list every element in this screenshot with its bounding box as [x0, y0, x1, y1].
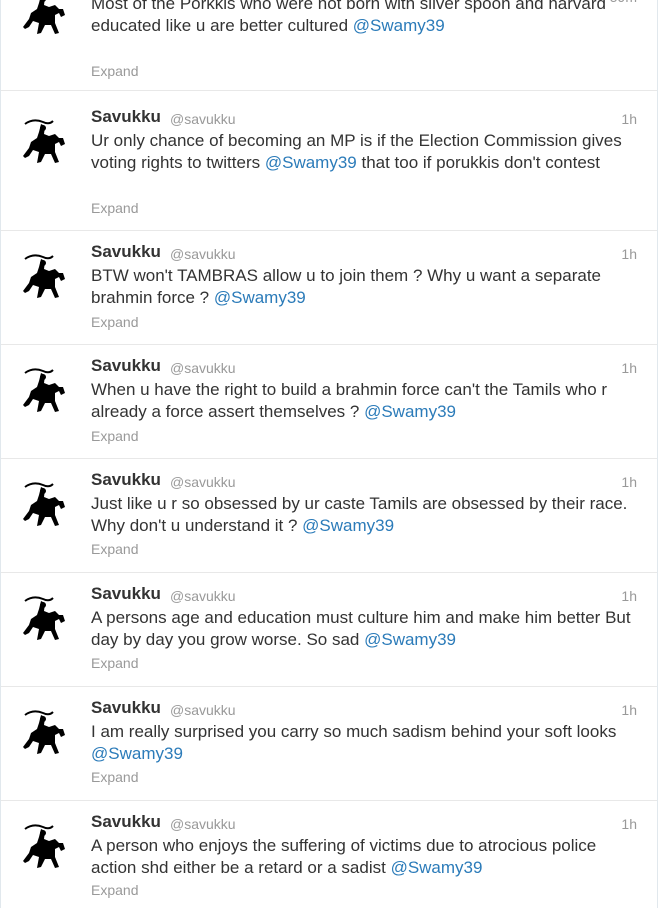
- tweet-text: BTW won't TAMBRAS allow u to join them ?…: [91, 266, 601, 307]
- avatar[interactable]: [19, 821, 69, 873]
- tweet-text: A persons age and education must culture…: [91, 608, 631, 649]
- tweet-text: Ur only chance of becoming an MP is if t…: [91, 131, 622, 172]
- mention-link[interactable]: @Swamy39: [353, 16, 445, 35]
- tweet-stream: 59m Most of the Porkkis who were not bor…: [0, 0, 658, 908]
- author-handle[interactable]: @savukku: [170, 816, 236, 832]
- horse-rider-silhouette-icon: [23, 710, 65, 754]
- author-handle[interactable]: @savukku: [170, 246, 236, 262]
- mention-link[interactable]: @Swamy39: [214, 288, 306, 307]
- horse-rider-silhouette-icon: [23, 482, 65, 526]
- expand-link[interactable]: Expand: [91, 882, 138, 898]
- avatar[interactable]: [19, 707, 69, 759]
- horse-rider-silhouette-icon: [23, 824, 65, 868]
- author-handle[interactable]: @savukku: [170, 588, 236, 604]
- mention-link[interactable]: @Swamy39: [302, 516, 394, 535]
- tweet-timestamp[interactable]: 1h: [621, 111, 637, 127]
- tweet-item[interactable]: Savukku @savukku 1h A person who enjoys …: [1, 801, 657, 908]
- avatar[interactable]: [19, 479, 69, 531]
- tweet-text: I am really surprised you carry so much …: [91, 722, 617, 763]
- mention-link[interactable]: @Swamy39: [364, 402, 456, 421]
- expand-link[interactable]: Expand: [91, 428, 138, 444]
- author-name[interactable]: Savukku: [91, 812, 161, 832]
- mention-link[interactable]: @Swamy39: [391, 858, 483, 877]
- expand-link[interactable]: Expand: [91, 314, 138, 330]
- tweet-text: A person who enjoys the suffering of vic…: [91, 836, 597, 877]
- tweet-timestamp[interactable]: 1h: [621, 702, 637, 718]
- author-name[interactable]: Savukku: [91, 356, 161, 376]
- expand-link[interactable]: Expand: [91, 541, 138, 557]
- author-name[interactable]: Savukku: [91, 107, 161, 127]
- horse-rider-silhouette-icon: [23, 254, 65, 298]
- mention-link[interactable]: @Swamy39: [265, 153, 357, 172]
- author-handle[interactable]: @savukku: [170, 360, 236, 376]
- tweet-item[interactable]: Savukku @savukku 1h When u have the righ…: [1, 345, 657, 459]
- expand-link[interactable]: Expand: [91, 655, 138, 671]
- author-handle[interactable]: @savukku: [170, 702, 236, 718]
- horse-rider-silhouette-icon: [23, 368, 65, 412]
- avatar[interactable]: [19, 116, 69, 168]
- horse-rider-silhouette-icon: [23, 0, 65, 34]
- tweet-timestamp[interactable]: 1h: [621, 360, 637, 376]
- author-name[interactable]: Savukku: [91, 584, 161, 604]
- tweet-item[interactable]: Savukku @savukku 1h Just like u r so obs…: [1, 459, 657, 573]
- author-name[interactable]: Savukku: [91, 470, 161, 490]
- avatar[interactable]: [19, 0, 69, 39]
- tweet-timestamp[interactable]: 1h: [621, 474, 637, 490]
- tweet-timestamp[interactable]: 1h: [621, 246, 637, 262]
- author-handle[interactable]: @savukku: [170, 111, 236, 127]
- tweet-item[interactable]: Savukku @savukku 1h A persons age and ed…: [1, 573, 657, 687]
- expand-link[interactable]: Expand: [91, 769, 138, 785]
- horse-rider-silhouette-icon: [23, 596, 65, 640]
- tweet-text: Just like u r so obsessed by ur caste Ta…: [91, 494, 628, 535]
- avatar[interactable]: [19, 251, 69, 303]
- tweet-item[interactable]: Savukku @savukku 1h Ur only chance of be…: [1, 96, 657, 231]
- avatar[interactable]: [19, 593, 69, 645]
- tweet-item[interactable]: Savukku @savukku 1h BTW won't TAMBRAS al…: [1, 231, 657, 345]
- tweet-item[interactable]: 59m Most of the Porkkis who were not bor…: [1, 0, 657, 91]
- mention-link[interactable]: @Swamy39: [364, 630, 456, 649]
- tweet-text: When u have the right to build a brahmin…: [91, 380, 608, 421]
- author-name[interactable]: Savukku: [91, 698, 161, 718]
- tweet-timestamp[interactable]: 1h: [621, 816, 637, 832]
- author-handle[interactable]: @savukku: [170, 474, 236, 490]
- tweet-item[interactable]: Savukku @savukku 1h I am really surprise…: [1, 687, 657, 801]
- expand-link[interactable]: Expand: [91, 63, 138, 79]
- horse-rider-silhouette-icon: [23, 119, 65, 163]
- tweet-timestamp[interactable]: 1h: [621, 588, 637, 604]
- author-name[interactable]: Savukku: [91, 242, 161, 262]
- expand-link[interactable]: Expand: [91, 200, 138, 216]
- tweet-text: Most of the Porkkis who were not born wi…: [91, 0, 606, 35]
- mention-link[interactable]: @Swamy39: [91, 744, 183, 763]
- avatar[interactable]: [19, 365, 69, 417]
